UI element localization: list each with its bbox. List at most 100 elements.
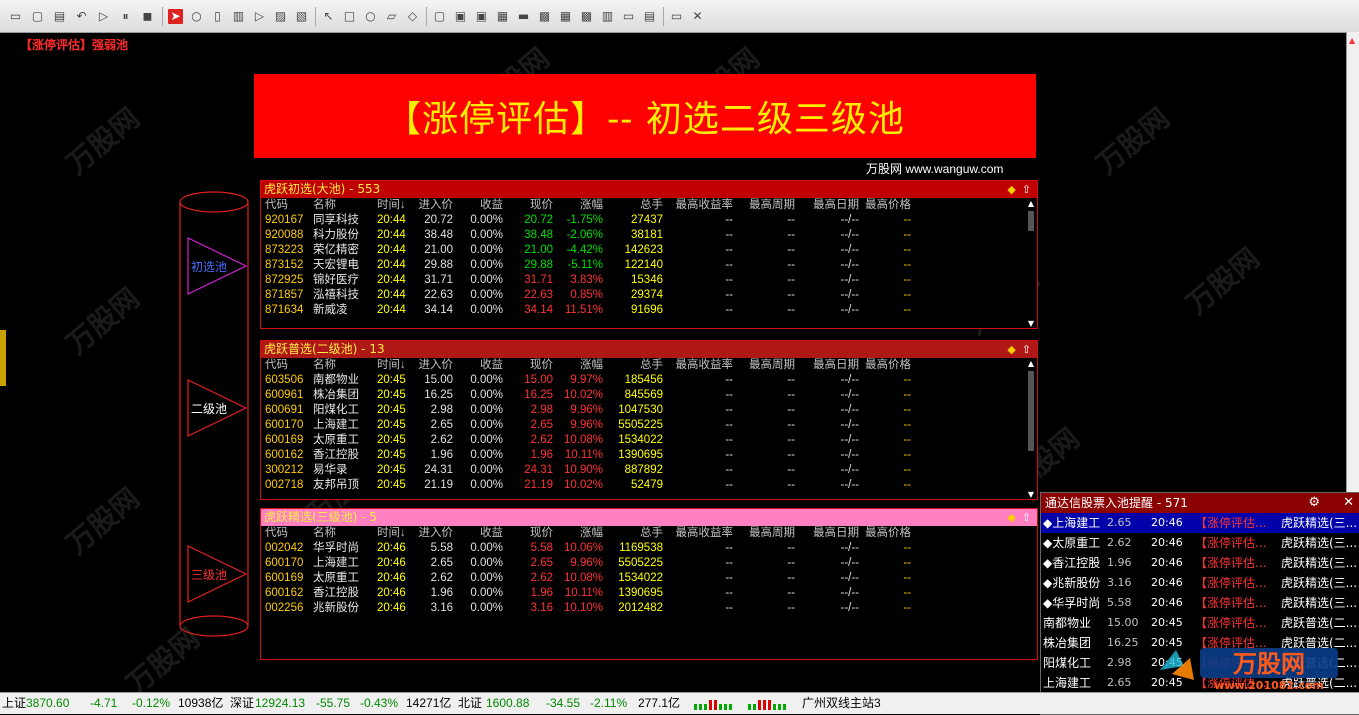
table-row[interactable]: 600162 香江控股 20:46 1.96 0.00% 1.96 10.11% 139069…	[261, 586, 1037, 601]
parallelogram-icon[interactable]: ▱	[384, 9, 399, 24]
collapse-icon[interactable]: ⇧	[1022, 343, 1031, 356]
diamond-icon[interactable]: ◆	[1007, 511, 1015, 524]
collapse-icon[interactable]: ⇧	[1022, 511, 1031, 524]
table-row[interactable]: 603506 南都物业 20:45 15.00 0.00% 15.00 9.97% 18545…	[261, 373, 1037, 388]
column-header[interactable]: 代码	[265, 526, 288, 541]
undo-icon[interactable]: ↶	[74, 9, 89, 24]
ellipse-icon[interactable]: ○	[363, 9, 378, 24]
box-icon[interactable]: ▭	[621, 9, 636, 24]
table-row[interactable]: 600961 株冶集团 20:45 16.25 0.00% 16.25 10.02% 8455…	[261, 388, 1037, 403]
column-header[interactable]: 收益	[461, 526, 503, 541]
left-collapse-tab[interactable]	[0, 330, 6, 386]
close-icon[interactable]: ✕	[1343, 493, 1354, 513]
scroll-up-icon[interactable]: ▲	[1349, 36, 1355, 45]
alert-row[interactable]: ◆上海建工 2.65 20:46 【涨停评估... 虎跃精选(三...	[1041, 513, 1359, 533]
rect-icon[interactable]: ▯	[210, 9, 225, 24]
scroll-up-icon[interactable]: ▲	[1026, 359, 1036, 368]
column-header[interactable]: 涨幅	[559, 358, 603, 373]
table-icon[interactable]: ▦	[495, 9, 510, 24]
column-header[interactable]: 最高收益率	[671, 198, 734, 213]
column-header[interactable]: 收益	[461, 358, 503, 373]
diamond-icon[interactable]: ◆	[1007, 343, 1015, 356]
scroll-thumb[interactable]	[1028, 371, 1034, 451]
table-row[interactable]: 871634 新威凌 20:44 34.14 0.00% 34.14 11.51% 91696…	[261, 303, 1037, 318]
frame-icon[interactable]: ▢	[432, 9, 447, 24]
sz-index[interactable]: 12924.13	[255, 693, 305, 714]
diamond-icon[interactable]: ◇	[405, 9, 420, 24]
column-header[interactable]: 现价	[511, 526, 553, 541]
circle-icon[interactable]: ○	[189, 9, 204, 24]
scroll-up-icon[interactable]: ▲	[1026, 199, 1036, 208]
frame3-icon[interactable]: ▣	[474, 9, 489, 24]
grid-icon[interactable]: ▥	[231, 9, 246, 24]
panel-scrollbar[interactable]: ▲ ▼	[1026, 359, 1036, 499]
column-header[interactable]: 进入价	[411, 358, 454, 373]
frame2-icon[interactable]: ▣	[453, 9, 468, 24]
diamond-icon[interactable]: ◆	[1007, 183, 1015, 196]
column-header[interactable]: 时间↓	[377, 198, 406, 213]
server-name[interactable]: 广州双线主站3	[802, 693, 881, 714]
column-header[interactable]: 最高日期	[803, 358, 859, 373]
column-header[interactable]: 涨幅	[559, 526, 603, 541]
alert-row[interactable]: ◆太原重工 2.62 20:46 【涨停评估... 虎跃精选(三...	[1041, 533, 1359, 553]
column-header[interactable]: 最高价格	[865, 526, 911, 541]
table-row[interactable]: 600162 香江控股 20:45 1.96 0.00% 1.96 10.11% 139069…	[261, 448, 1037, 463]
table-row[interactable]: 600169 太原重工 20:46 2.62 0.00% 2.62 10.08% 153402…	[261, 571, 1037, 586]
column-header[interactable]: 涨幅	[559, 198, 603, 213]
table-row[interactable]: 600169 太原重工 20:45 2.62 0.00% 2.62 10.08% 153402…	[261, 433, 1037, 448]
column-header[interactable]: 名称	[313, 526, 336, 541]
gear-icon[interactable]: ⚙	[1308, 493, 1320, 513]
column-header[interactable]: 名称	[313, 358, 336, 373]
cursor-icon[interactable]: ➤	[168, 9, 183, 24]
play-icon[interactable]: ▷	[96, 9, 111, 24]
column-header[interactable]: 名称	[313, 198, 336, 213]
table-row[interactable]: 600170 上海建工 20:46 2.65 0.00% 2.65 9.96% 5505225…	[261, 556, 1037, 571]
alert-row[interactable]: ◆兆新股份 3.16 20:46 【涨停评估... 虎跃精选(三...	[1041, 573, 1359, 593]
panel-icon[interactable]: ▭	[669, 9, 684, 24]
scroll-thumb[interactable]	[1028, 211, 1034, 231]
column-header[interactable]: 总手	[611, 198, 663, 213]
table-row[interactable]: 600170 上海建工 20:45 2.65 0.00% 2.65 9.96% 5505225…	[261, 418, 1037, 433]
scroll-down-icon[interactable]: ▼	[1026, 319, 1036, 328]
pattern2-icon[interactable]: ▦	[558, 9, 573, 24]
table-row[interactable]: 871857 泓禧科技 20:44 22.63 0.00% 22.63 0.85% 29374…	[261, 288, 1037, 303]
column-header[interactable]: 最高收益率	[671, 358, 734, 373]
table-row[interactable]: 600691 阳煤化工 20:45 2.98 0.00% 2.98 9.96% 1047530…	[261, 403, 1037, 418]
close-icon[interactable]: ✕	[690, 9, 705, 24]
panel-scrollbar[interactable]: ▲ ▼	[1026, 199, 1036, 328]
table-row[interactable]: 873223 荣亿精密 20:44 21.00 0.00% 21.00 -4.42% 1426…	[261, 243, 1037, 258]
table-row[interactable]: 002256 兆新股份 20:46 3.16 0.00% 3.16 10.10% 201248…	[261, 601, 1037, 616]
column-header[interactable]: 最高日期	[803, 198, 859, 213]
table-row[interactable]: 873152 天宏锂电 20:44 29.88 0.00% 29.88 -5.11% 1221…	[261, 258, 1037, 273]
column-header[interactable]: 最高周期	[745, 198, 795, 213]
alert-row[interactable]: ◆华孚时尚 5.58 20:46 【涨停评估... 虎跃精选(三...	[1041, 593, 1359, 613]
new-window-icon[interactable]: ▭	[8, 9, 23, 24]
column-header[interactable]: 最高周期	[745, 358, 795, 373]
table-row[interactable]: 002042 华孚时尚 20:46 5.58 0.00% 5.58 10.06% 116953…	[261, 541, 1037, 556]
table-row[interactable]: 920167 同享科技 20:44 20.72 0.00% 20.72 -1.75% 2743…	[261, 213, 1037, 228]
column-header[interactable]: 最高收益率	[671, 526, 734, 541]
table-row[interactable]: 920088 科力股份 20:44 38.48 0.00% 38.48 -2.06% 3818…	[261, 228, 1037, 243]
pointer-icon[interactable]: ↖	[321, 9, 336, 24]
line-icon[interactable]: ▬	[516, 9, 531, 24]
column-header[interactable]: 收益	[461, 198, 503, 213]
column-header[interactable]: 进入价	[411, 526, 454, 541]
column-header[interactable]: 时间↓	[377, 358, 406, 373]
pattern-icon[interactable]: ▩	[537, 9, 552, 24]
scroll-down-icon[interactable]: ▼	[1026, 490, 1036, 499]
column-header[interactable]: 最高日期	[803, 526, 859, 541]
bz-index[interactable]: 1600.88	[486, 693, 529, 714]
table-row[interactable]: 300212 易华录 20:45 24.31 0.00% 24.31 10.90% 88789…	[261, 463, 1037, 478]
table-row[interactable]: 872925 锦好医疗 20:44 31.71 0.00% 31.71 3.83% 15346…	[261, 273, 1037, 288]
list-icon[interactable]: ▥	[600, 9, 615, 24]
open-icon[interactable]: ▢	[30, 9, 45, 24]
pattern3-icon[interactable]: ▩	[579, 9, 594, 24]
alert-row[interactable]: ◆香江控股 1.96 20:46 【涨停评估... 虎跃精选(三...	[1041, 553, 1359, 573]
column-header[interactable]: 总手	[611, 526, 663, 541]
column-header[interactable]: 时间↓	[377, 526, 406, 541]
column-header[interactable]: 代码	[265, 198, 288, 213]
column-header[interactable]: 代码	[265, 358, 288, 373]
column-header[interactable]: 最高周期	[745, 526, 795, 541]
pause-icon[interactable]: ⏸	[118, 9, 133, 24]
sh-index[interactable]: 3870.60	[26, 693, 69, 714]
